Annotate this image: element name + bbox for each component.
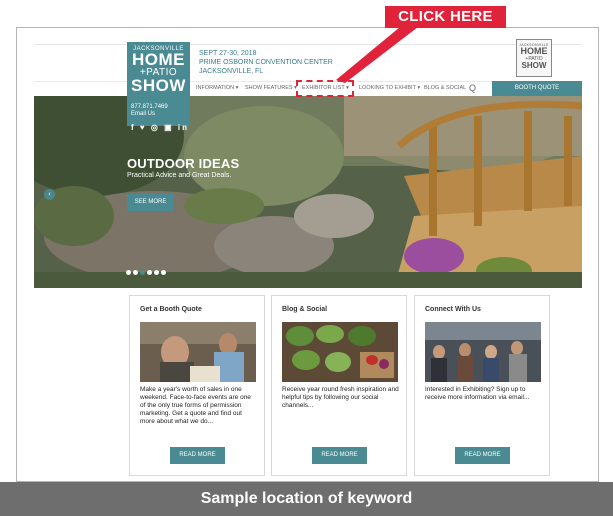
slider-dot[interactable] [140, 270, 145, 275]
logo-home: HOME [132, 50, 185, 69]
contact-info: 877.871.7469 Email Us [131, 104, 168, 118]
read-more-button[interactable]: READ MORE [455, 447, 510, 464]
keyword-caption-banner: Sample location of keyword [0, 482, 613, 516]
see-more-button[interactable]: SEE MORE [127, 194, 174, 211]
crowd-photo [425, 322, 541, 382]
card-text: Interested in Exhibiting? Sign up to rec… [425, 386, 530, 401]
slider-dot[interactable] [161, 270, 166, 275]
secondary-logo-home: HOME [520, 46, 548, 56]
logo-show: SHOW [131, 76, 186, 95]
event-venue: PRIME OSBORN CONVENTION CENTER [199, 59, 333, 66]
screenshot-frame: CLICK HERE JACKSONVILLE HOME +PATIO SHOW… [0, 0, 613, 516]
card-image [425, 322, 541, 382]
phone-number[interactable]: 877.871.7469 [131, 104, 168, 111]
nav-item-looking-to-exhibit[interactable]: LOOKING TO EXHIBIT ▾ [359, 85, 420, 91]
card-blog-social: Blog & Social Receive year round fresh i… [271, 295, 407, 476]
nav-item-information[interactable]: INFORMATION ▾ [196, 85, 238, 91]
card-booth-quote: Get a Booth Quote Make a year's worth of… [129, 295, 265, 476]
slider-dots[interactable] [126, 262, 168, 280]
secondary-logo-show: SHOW [521, 61, 547, 70]
vegetables-photo [282, 322, 398, 382]
meeting-photo [140, 322, 256, 382]
card-title: Blog & Social [282, 306, 328, 313]
event-dates: SEPT 27-30, 2018 [199, 50, 257, 57]
card-image [282, 322, 398, 382]
social-icons[interactable]: f ♥ ◎ ▣ in [131, 123, 189, 132]
card-text: Make a year's worth of sales in one week… [140, 386, 251, 425]
nav-item-blog-social[interactable]: BLOG & SOCIAL [424, 85, 466, 91]
nav-item-show-features[interactable]: SHOW FEATURES ▾ [245, 85, 297, 91]
search-icon[interactable]: Q [469, 83, 476, 93]
card-text: Receive year round fresh inspiration and… [282, 386, 399, 409]
slider-dot[interactable] [126, 270, 131, 275]
read-more-button[interactable]: READ MORE [312, 447, 367, 464]
keyword-highlight-box [296, 80, 354, 97]
slider-dot[interactable] [133, 270, 138, 275]
click-here-callout: CLICK HERE [385, 6, 506, 28]
slider-dot[interactable] [147, 270, 152, 275]
card-connect: Connect With Us Interested in Exhibiting… [414, 295, 550, 476]
hero-garden-image [34, 96, 582, 288]
card-image [140, 322, 256, 382]
hero-title: OUTDOOR IDEAS [127, 156, 240, 171]
email-link[interactable]: Email Us [131, 111, 168, 118]
read-more-button[interactable]: READ MORE [170, 447, 225, 464]
event-city: JACKSONVILLE, FL [199, 68, 264, 75]
hero-slider[interactable] [34, 96, 582, 288]
slider-dot[interactable] [154, 270, 159, 275]
event-info: SEPT 27-30, 2018 PRIME OSBORN CONVENTION… [199, 49, 333, 76]
secondary-logo[interactable]: JACKSONVILLE HOME +PATIO SHOW [516, 39, 552, 77]
booth-quote-button[interactable]: BOOTH QUOTE [492, 81, 582, 96]
card-title: Get a Booth Quote [140, 306, 202, 313]
card-title: Connect With Us [425, 306, 481, 313]
top-divider [34, 44, 582, 45]
hero-subtitle: Practical Advice and Great Deals. [127, 172, 232, 179]
prev-slide-icon[interactable]: ‹ [44, 189, 55, 200]
